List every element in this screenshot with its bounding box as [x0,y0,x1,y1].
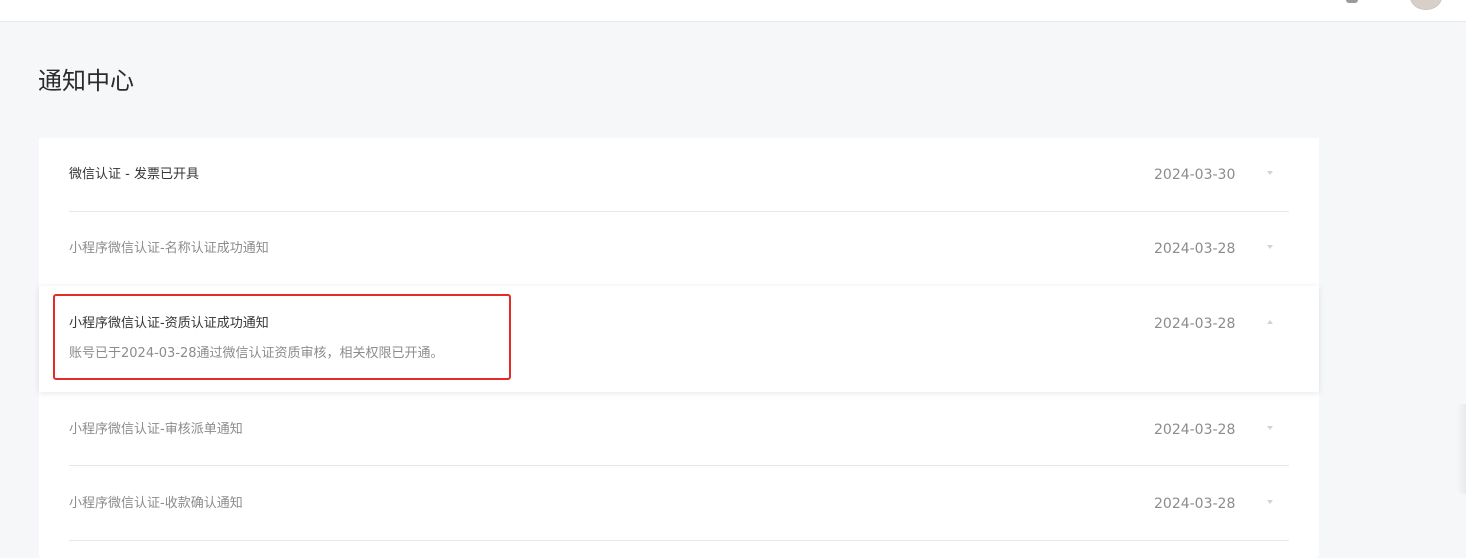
notification-title: 小程序微信认证-审核派单通知 [69,422,243,437]
notification-title: 微信认证 - 发票已开具 [69,167,199,182]
notification-date: 2024-03-30 [1154,167,1236,183]
notification-item[interactable]: 小程序微信认证-名称认证成功通知 2024-03-28 [39,212,1319,286]
notification-item[interactable]: 小程序微信认证-审核派单通知 2024-03-28 [39,392,1319,466]
chevron-down-icon[interactable] [1267,426,1273,430]
notification-item[interactable]: 小程序微信认证-收款确认通知 2024-03-28 [39,466,1319,541]
notification-date: 2024-03-28 [1154,316,1236,332]
side-panel-edge [1456,404,1466,494]
chevron-down-icon[interactable] [1267,171,1273,175]
notification-title: 小程序微信认证-名称认证成功通知 [69,241,269,256]
notification-item-expanded[interactable]: 小程序微信认证-资质认证成功通知 2024-03-28 账号已于2024-03-… [39,286,1319,392]
notification-list: 微信认证 - 发票已开具 2024-03-30 小程序微信认证-名称认证成功通知… [39,138,1319,558]
notification-date: 2024-03-28 [1154,241,1236,257]
avatar[interactable] [1410,0,1442,10]
notification-title: 小程序微信认证-资质认证成功通知 [69,316,269,331]
chevron-down-icon[interactable] [1267,500,1273,504]
notification-detail: 账号已于2024-03-28通过微信认证资质审核，相关权限已开通。 [69,346,444,361]
notification-title: 小程序微信认证-收款确认通知 [69,496,243,511]
chevron-up-icon[interactable] [1267,320,1273,324]
notification-item[interactable]: 微信认证 - 发票已开具 2024-03-30 [39,138,1319,212]
help-icon[interactable] [1346,0,1358,3]
divider [69,540,1289,541]
notification-date: 2024-03-28 [1154,496,1236,512]
notification-date: 2024-03-28 [1154,422,1236,438]
chevron-down-icon[interactable] [1267,245,1273,249]
top-bar [0,0,1466,22]
page-title: 通知中心 [38,67,134,95]
